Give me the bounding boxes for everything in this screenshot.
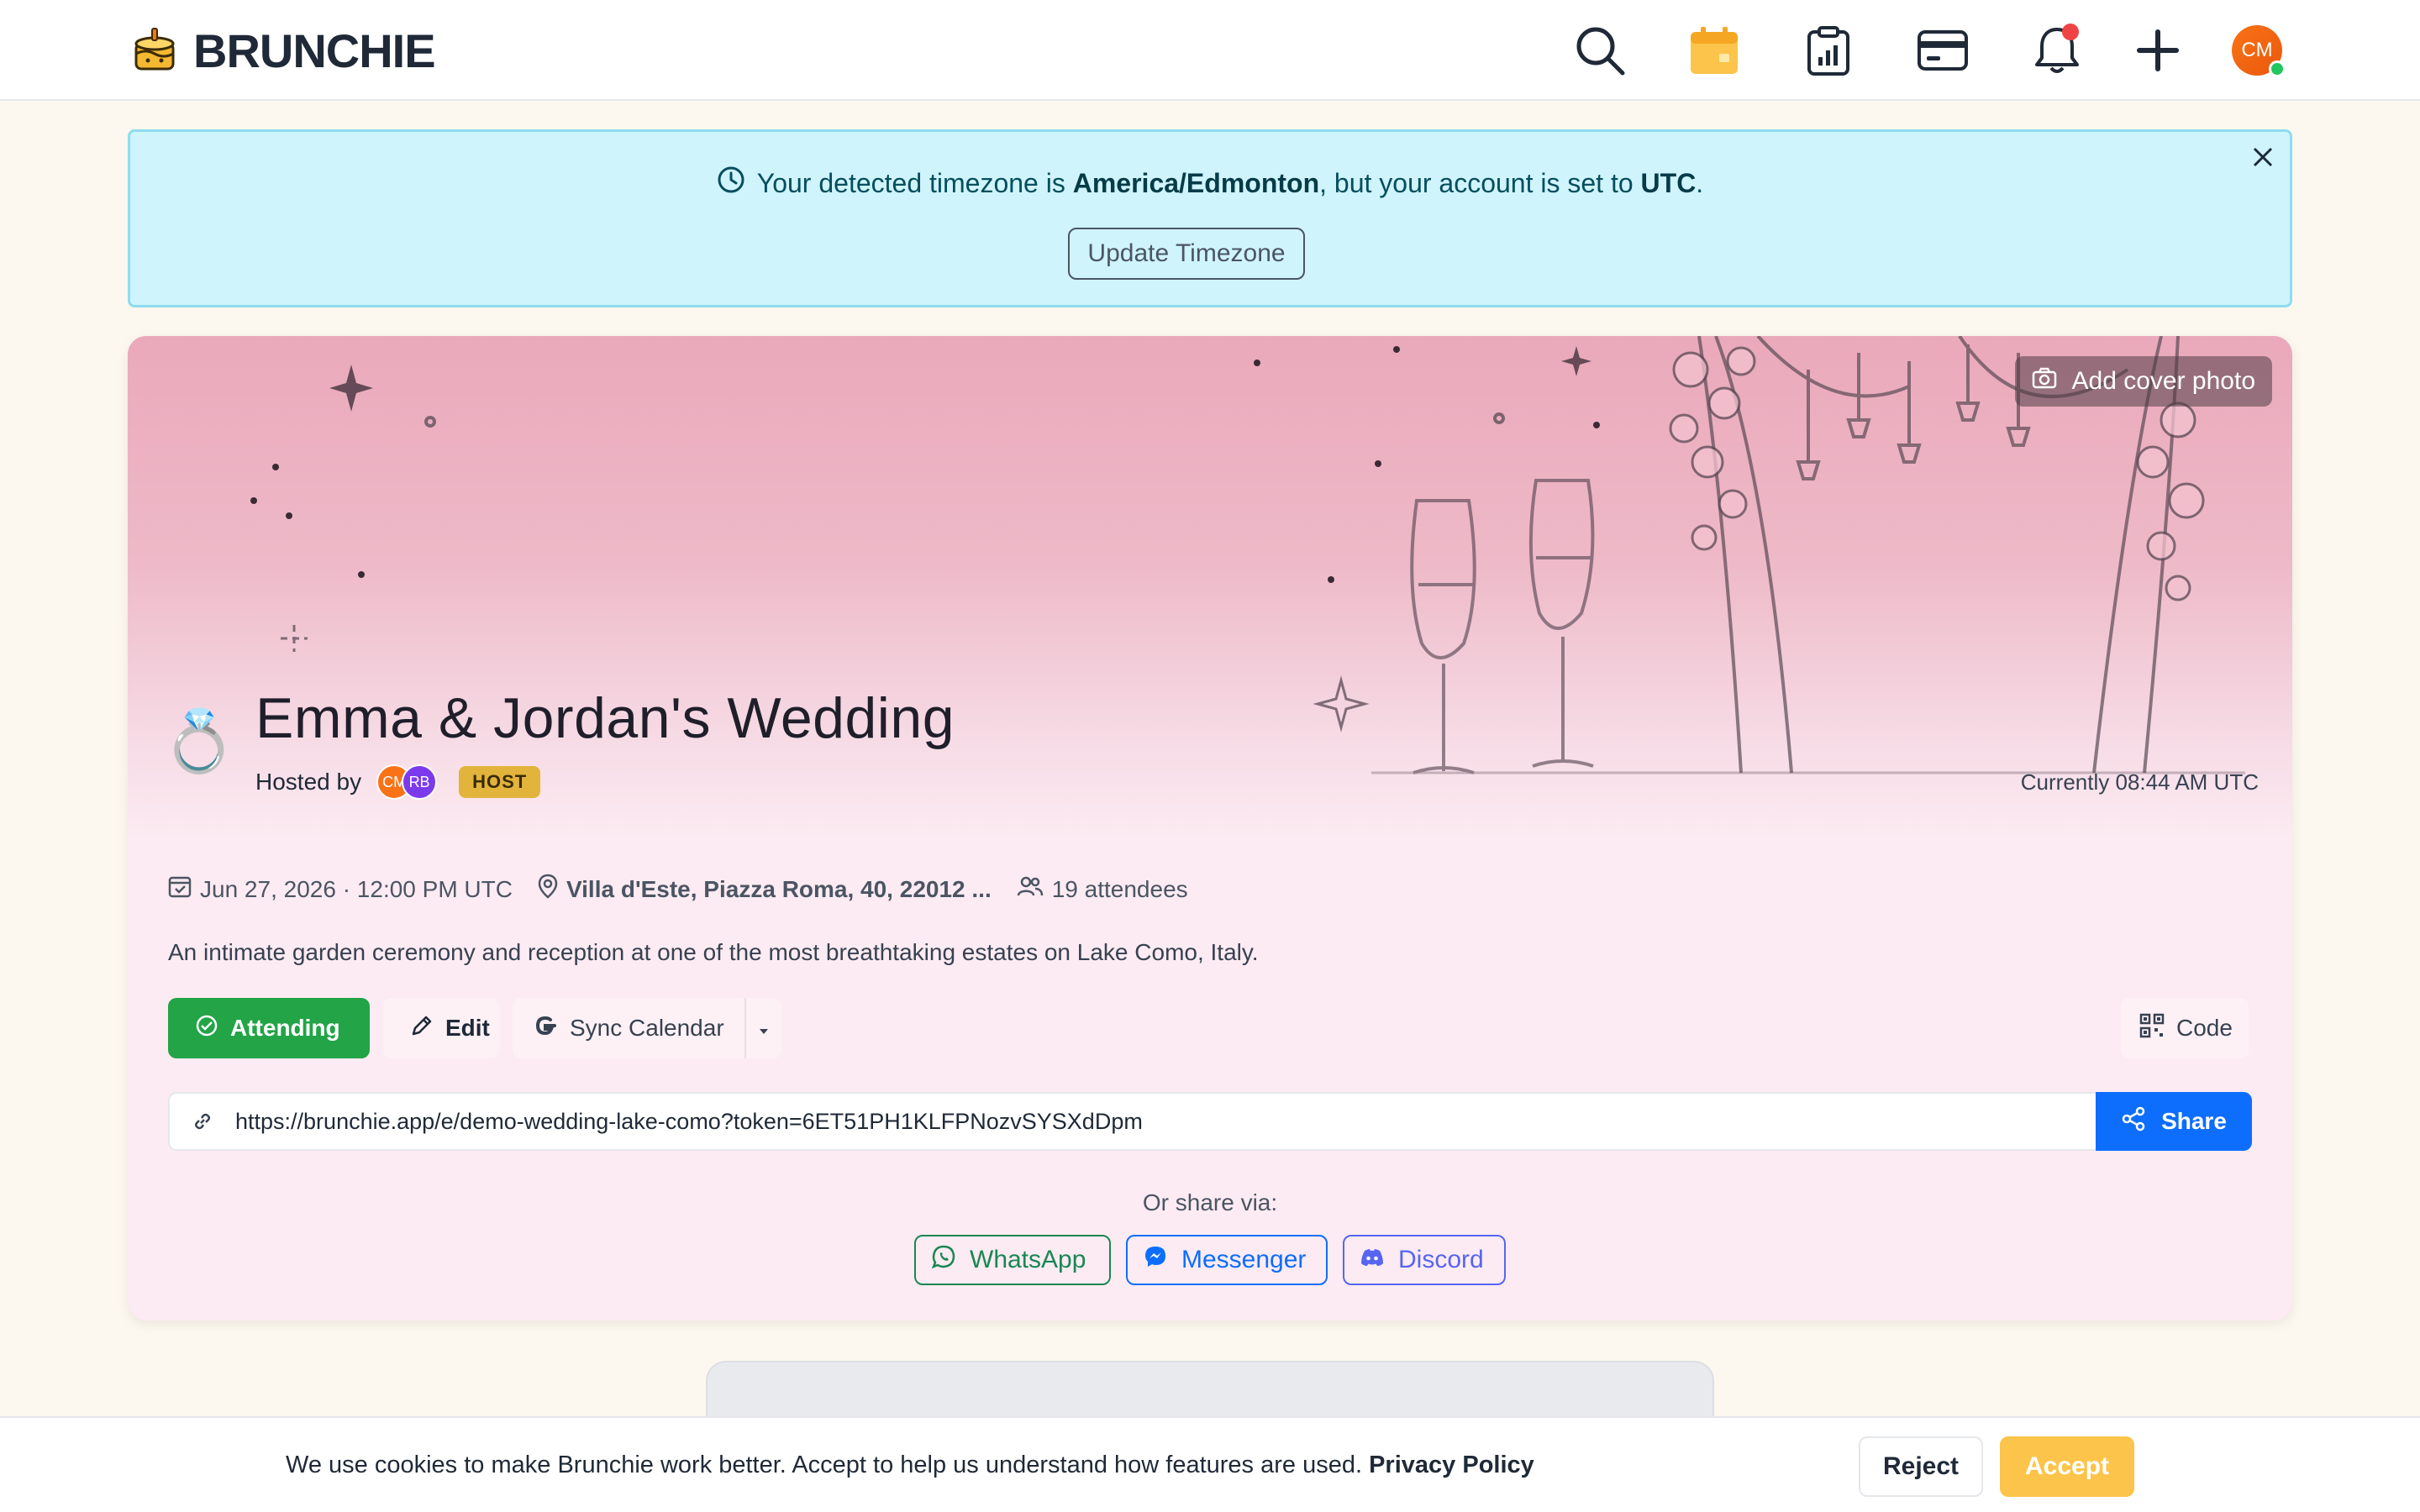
event-card: Add cover photo 💍 Emma & Jordan's Weddin… — [128, 336, 2292, 1320]
edit-label: Edit — [445, 1015, 490, 1041]
ring-emoji: 💍 — [161, 708, 237, 775]
timezone-prefix: Your detected timezone is — [756, 167, 1073, 198]
hosted-by-label: Hosted by — [255, 769, 362, 795]
caret-down-icon — [758, 1015, 770, 1042]
current-time: Currently 08:44 AM UTC — [2020, 769, 2259, 795]
attending-button[interactable]: Attending — [168, 998, 370, 1058]
event-attendees[interactable]: 19 attendees — [1017, 875, 1188, 903]
sync-calendar-label: Sync Calendar — [570, 1015, 724, 1041]
online-status-dot — [2269, 60, 2286, 77]
whatsapp-label: WhatsApp — [970, 1246, 1086, 1273]
top-navbar: BRUNCHIE CM — [0, 0, 2420, 101]
attending-label: Attending — [230, 1015, 340, 1041]
update-timezone-button[interactable]: Update Timezone — [1068, 228, 1305, 280]
event-location[interactable]: Villa d'Este, Piazza Roma, 40, 22012 ... — [538, 874, 992, 905]
discord-share-button[interactable]: Discord — [1343, 1235, 1506, 1285]
share-link-field[interactable]: https://brunchie.app/e/demo-wedding-lake… — [168, 1092, 2096, 1151]
whatsapp-share-button[interactable]: WhatsApp — [914, 1235, 1111, 1285]
share-label: Share — [2161, 1108, 2227, 1134]
close-icon[interactable] — [2248, 142, 2278, 172]
credit-card-icon[interactable] — [1914, 22, 1971, 79]
qr-code-button[interactable]: Code — [2121, 998, 2249, 1058]
bell-icon[interactable] — [2028, 22, 2086, 79]
share-via-label: Or share via: — [1142, 1189, 1278, 1215]
clock-icon — [717, 165, 745, 201]
timezone-message: Your detected timezone is America/Edmont… — [130, 165, 2290, 201]
event-title: Emma & Jordan's Wedding — [255, 686, 955, 750]
edit-button[interactable]: Edit — [383, 998, 499, 1058]
cookie-message: We use cookies to make Brunchie work bet… — [286, 1452, 1534, 1479]
cookie-consent-bar: We use cookies to make Brunchie work bet… — [0, 1416, 2420, 1512]
link-icon — [170, 1112, 235, 1131]
google-icon — [533, 1013, 558, 1044]
qr-code-label: Code — [2176, 1015, 2233, 1041]
privacy-policy-link[interactable]: Privacy Policy — [1369, 1452, 1534, 1478]
reject-cookies-button[interactable]: Reject — [1859, 1436, 1983, 1497]
timezone-middle: , but your account is set to — [1319, 167, 1641, 198]
clipboard-chart-icon[interactable] — [1800, 22, 1857, 79]
plus-icon[interactable] — [2129, 22, 2186, 79]
event-location-text: Villa d'Este, Piazza Roma, 40, 22012 ... — [566, 875, 992, 902]
brand-logo[interactable]: BRUNCHIE — [131, 24, 436, 78]
cake-logo-icon — [131, 24, 178, 78]
event-date-text: Jun 27, 2026 · 12:00 PM UTC — [200, 875, 513, 902]
notification-badge — [2062, 24, 2079, 40]
messenger-share-button[interactable]: Messenger — [1126, 1235, 1328, 1285]
timezone-banner: Your detected timezone is America/Edmont… — [128, 129, 2292, 307]
event-actions: Attending Edit Sync Calendar — [168, 998, 781, 1058]
calendar-check-icon — [168, 874, 192, 904]
host-avatars[interactable]: CM RB — [376, 764, 438, 800]
whatsapp-icon — [931, 1244, 956, 1276]
discord-icon — [1360, 1246, 1385, 1274]
sync-options-dropdown[interactable] — [744, 998, 781, 1058]
share-link-text: https://brunchie.app/e/demo-wedding-lake… — [235, 1108, 1143, 1134]
share-link-row: https://brunchie.app/e/demo-wedding-lake… — [168, 1092, 2252, 1151]
qr-code-icon — [2139, 1013, 2165, 1044]
event-date: Jun 27, 2026 · 12:00 PM UTC — [168, 874, 513, 904]
share-icon — [2121, 1106, 2146, 1137]
account-timezone: UTC — [1640, 167, 1697, 198]
brand-name: BRUNCHIE — [193, 24, 436, 77]
discord-label: Discord — [1398, 1246, 1484, 1273]
share-options: WhatsApp Messenger Discord — [128, 1235, 2292, 1285]
messenger-label: Messenger — [1181, 1246, 1307, 1273]
calendar-icon[interactable] — [1686, 22, 1743, 79]
event-meta: Jun 27, 2026 · 12:00 PM UTC Villa d'Este… — [168, 874, 1188, 905]
detected-timezone: America/Edmonton — [1072, 167, 1320, 198]
pencil-icon — [410, 1014, 434, 1043]
map-pin-icon — [538, 874, 558, 905]
camera-icon — [2032, 367, 2057, 396]
host-badge: HOST — [459, 766, 541, 798]
event-cover: Add cover photo 💍 Emma & Jordan's Weddin… — [128, 336, 2292, 840]
add-cover-photo-button[interactable]: Add cover photo — [2014, 356, 2272, 407]
share-button[interactable]: Share — [2096, 1092, 2252, 1151]
event-attendees-text: 19 attendees — [1051, 875, 1188, 902]
search-icon[interactable] — [1571, 22, 1628, 79]
hosted-by: Hosted by CM RB HOST — [255, 764, 541, 800]
event-description: An intimate garden ceremony and receptio… — [168, 939, 1259, 965]
cookie-text: We use cookies to make Brunchie work bet… — [286, 1452, 1370, 1478]
accept-cookies-button[interactable]: Accept — [2000, 1436, 2134, 1497]
host-avatar[interactable]: RB — [402, 764, 438, 800]
check-circle-icon — [195, 1014, 218, 1043]
messenger-icon — [1143, 1244, 1168, 1276]
users-icon — [1017, 875, 1044, 903]
sync-calendar-button[interactable]: Sync Calendar — [513, 998, 744, 1058]
timezone-suffix: . — [1696, 167, 1704, 198]
add-cover-label: Add cover photo — [2071, 367, 2255, 395]
